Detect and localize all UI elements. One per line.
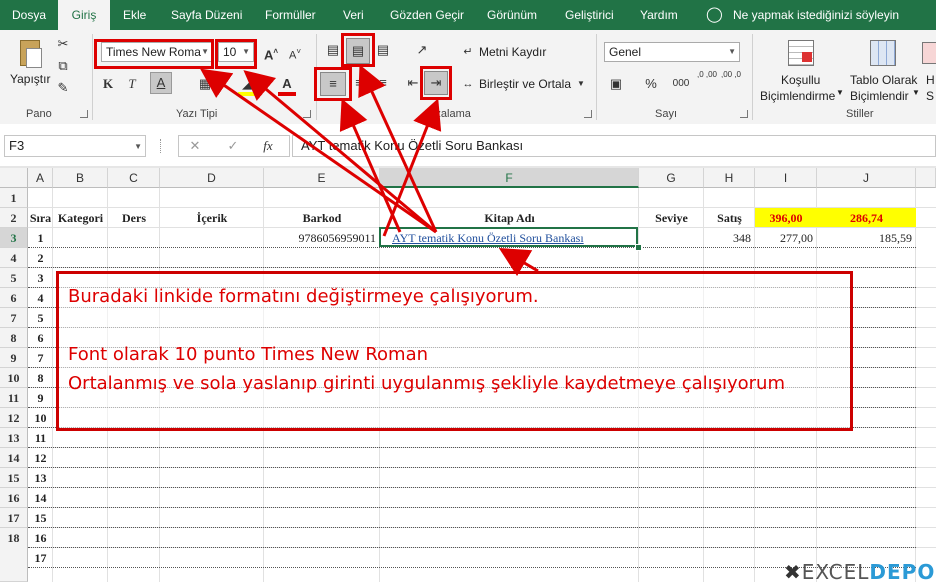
arrow-to-font-name	[200, 68, 437, 234]
watermark-logo: ✖EXCELDEPO	[784, 560, 935, 584]
arrow-from-box-to-link	[498, 247, 539, 277]
watermark-x-icon: ✖	[784, 560, 802, 584]
annotation-arrows	[200, 64, 539, 277]
arrow-to-font-size	[243, 70, 437, 234]
watermark-text-depo: DEPO	[869, 560, 936, 584]
watermark-text-excel: EXCEL	[801, 560, 870, 584]
